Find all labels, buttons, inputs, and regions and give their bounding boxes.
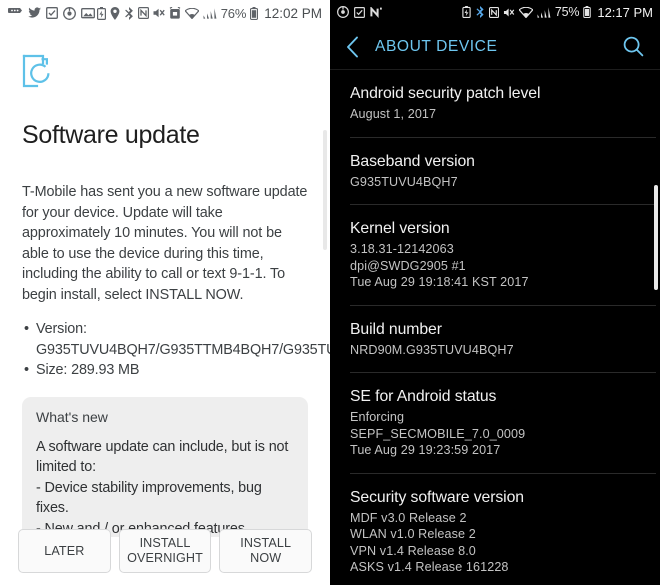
mute-icon [153, 7, 165, 19]
later-button[interactable]: LATER [18, 529, 111, 573]
software-update-screen: 76% 12:02 PM Software update T-Mobile ha… [0, 0, 330, 585]
target-icon [63, 6, 76, 20]
nfc-n-icon [370, 6, 383, 18]
update-description: T-Mobile has sent you a new software upd… [22, 184, 308, 303]
alarm-icon [169, 6, 181, 20]
item-value: MDF v3.0 Release 2 WLAN v1.0 Release 2 V… [350, 510, 509, 575]
battery-icon [250, 6, 259, 20]
status-bar-system-icons: 76% 12:02 PM [96, 5, 322, 21]
signal-icon [203, 7, 217, 19]
wifi-icon [184, 7, 199, 19]
message-icon [8, 7, 23, 19]
install-now-button[interactable]: INSTALL NOW [219, 529, 313, 573]
list-item[interactable]: Kernel version 3.18.31-12142063 dpi@SWDG… [350, 205, 656, 306]
about-device-appbar: ABOUT DEVICE [330, 24, 660, 70]
item-value: 3.18.31-12142063 dpi@SWDG2905 #1 Tue Aug… [350, 242, 529, 289]
twitter-icon [28, 7, 41, 19]
whats-new-title: What's new [36, 408, 108, 425]
mute-icon [503, 7, 515, 18]
software-update-icon [22, 54, 308, 95]
page-title-about-device: ABOUT DEVICE [375, 37, 498, 55]
target-icon [337, 6, 349, 18]
about-device-screen: 75% 12:17 PM ABOUT DEVICE Android securi… [330, 0, 660, 585]
status-bar-system-icons-right: 75% 12:17 PM [462, 5, 653, 20]
item-label: Android security patch level [350, 85, 541, 102]
clock-label-right: 12:17 PM [597, 4, 653, 20]
battery-saver-icon [462, 6, 471, 18]
status-bar-right: 75% 12:17 PM [330, 0, 660, 24]
task-checkbox-icon [354, 6, 365, 18]
list-item-size: Size: 289.93 MB [22, 360, 308, 381]
signal-icon [537, 6, 551, 18]
update-action-buttons: LATER INSTALL OVERNIGHT INSTALL NOW [0, 529, 330, 573]
list-item-version: Version: G935TUVU4BQH7/G935TTMB4BQH7/G93… [22, 319, 330, 360]
list-item[interactable]: Security software version MDF v3.0 Relea… [350, 474, 656, 585]
device-info-list: Android security patch level August 1, 2… [330, 70, 660, 585]
whats-new-body: A software update can include, but is no… [36, 438, 289, 537]
item-value: G935TUVU4BQH7 [350, 174, 458, 189]
page-title: Software update [22, 121, 200, 149]
nfc-icon [488, 6, 499, 18]
nfc-icon [137, 7, 149, 19]
status-bar-left: 76% 12:02 PM [0, 0, 330, 26]
item-value: August 1, 2017 [350, 107, 437, 121]
whats-new-card[interactable]: What's new A software update can include… [22, 396, 308, 537]
software-update-content: Software update T-Mobile has sent you a … [0, 54, 330, 537]
battery-percent-label: 76% [220, 5, 247, 21]
install-overnight-button[interactable]: INSTALL OVERNIGHT [118, 529, 212, 573]
status-bar-notification-icons-right [337, 6, 383, 18]
battery-saver-icon [96, 6, 106, 20]
dual-screenshot-container: 76% 12:02 PM Software update T-Mobile ha… [0, 0, 660, 585]
wifi-icon [518, 6, 533, 18]
item-label: SE for Android status [350, 388, 497, 405]
item-value: Enforcing SEPF_SECMOBILE_7.0_0009 Tue Au… [350, 410, 526, 457]
bluetooth-icon [475, 6, 485, 18]
battery-icon [583, 6, 592, 18]
list-item[interactable]: Build number NRD90M.G935TUVU4BQH7 [350, 306, 656, 373]
bluetooth-icon [124, 6, 134, 20]
location-pin-icon [110, 6, 120, 20]
battery-percent-label-right: 75% [554, 5, 580, 19]
item-label: Build number [350, 320, 442, 338]
list-item[interactable]: Baseband version G935TUVU4BQH7 [350, 138, 656, 205]
item-label: Kernel version [350, 220, 450, 237]
task-checkbox-icon [46, 7, 58, 19]
item-label: Baseband version [350, 152, 475, 170]
right-scrollbar[interactable] [654, 185, 658, 290]
search-icon[interactable] [623, 36, 644, 57]
list-item[interactable]: Android security patch level August 1, 2… [350, 70, 656, 138]
status-bar-notification-icons [8, 6, 95, 20]
item-value: NRD90M.G935TUVU4BQH7 [350, 342, 514, 357]
clock-label: 12:02 PM [264, 5, 322, 21]
photo-icon [81, 7, 95, 19]
item-label: Security software version [350, 488, 524, 506]
chevron-left-icon[interactable] [346, 36, 359, 58]
left-scrollbar[interactable] [323, 130, 327, 250]
list-item[interactable]: SE for Android status Enforcing SEPF_SEC… [350, 373, 656, 474]
update-details-list: Version: G935TUVU4BQH7/G935TTMB4BQH7/G93… [22, 319, 330, 381]
